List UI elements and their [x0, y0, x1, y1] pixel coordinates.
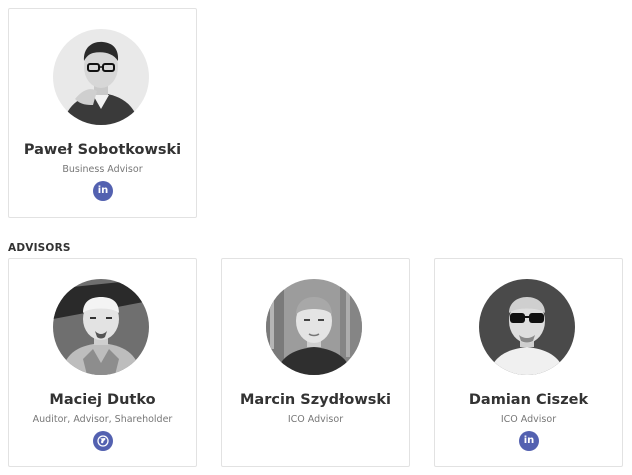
member-role: Auditor, Advisor, Shareholder: [32, 414, 173, 425]
avatar-damian-ciszek: [479, 279, 575, 375]
linkedin-icon[interactable]: in: [93, 181, 113, 201]
linkedin-icon[interactable]: in: [519, 431, 539, 451]
avatar-marcin-szydlowski: [266, 279, 362, 375]
section-title-advisors: ADVISORS: [8, 242, 71, 254]
team-card-maciej-dutko: Maciej Dutko Auditor, Advisor, Sharehold…: [8, 258, 197, 467]
member-name: Paweł Sobotkowski: [23, 142, 182, 158]
member-name: Maciej Dutko: [49, 392, 156, 408]
team-card-damian-ciszek: Damian Ciszek ICO Advisor in: [434, 258, 623, 467]
globe-glyph: [97, 435, 109, 447]
team-card-marcin-szydlowski: Marcin Szydłowski ICO Advisor: [221, 258, 410, 467]
avatar-maciej-dutko: [53, 279, 149, 375]
team-card-pawel-sobotkowski: Paweł Sobotkowski Business Advisor in: [8, 8, 197, 218]
avatar-pawel-sobotkowski: [53, 29, 149, 125]
globe-icon[interactable]: [93, 431, 113, 451]
member-role: Business Advisor: [62, 164, 143, 175]
member-name: Marcin Szydłowski: [240, 392, 391, 408]
member-role: ICO Advisor: [500, 414, 557, 425]
member-name: Damian Ciszek: [468, 392, 589, 408]
member-role: ICO Advisor: [287, 414, 344, 425]
